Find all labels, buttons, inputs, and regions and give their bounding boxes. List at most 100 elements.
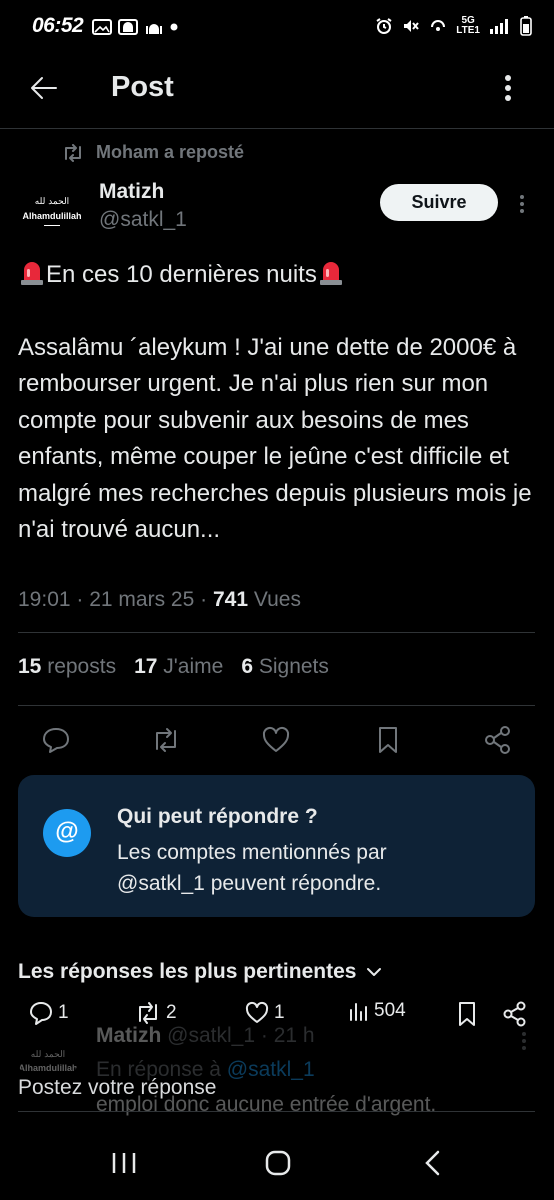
gallery-icon <box>92 19 112 35</box>
reply-views-count: 504 <box>374 1000 406 1021</box>
alarm-icon <box>376 18 392 34</box>
tweet-text: En ces 10 dernières nuits Assalâmu ´aley… <box>18 257 538 549</box>
mute-icon <box>404 20 420 32</box>
replies-sort-label: Les réponses les plus pertinentes <box>18 960 357 983</box>
reply-reposts-count: 2 <box>166 1002 177 1023</box>
home-button[interactable] <box>264 1150 292 1176</box>
heart-icon <box>245 1001 269 1023</box>
like-button[interactable] <box>260 724 292 756</box>
home-icon <box>265 1150 291 1176</box>
author-avatar[interactable]: الحمد لله Alhamdulillah <box>20 183 84 247</box>
reply-compose-input[interactable]: Postez votre réponse <box>18 1076 216 1100</box>
bookmarks-label: Signets <box>258 655 329 678</box>
reply-replies-button[interactable]: 1 <box>28 1000 69 1026</box>
network-type: 5G LTE1 <box>456 16 480 36</box>
reply-share-button[interactable] <box>502 1000 528 1028</box>
arrow-left-icon <box>31 77 57 99</box>
signal-icon <box>490 19 508 34</box>
follow-button[interactable]: Suivre <box>380 184 498 221</box>
more-vertical-icon <box>520 195 524 213</box>
tweet-headline-text: En ces 10 dernières nuits <box>46 261 317 288</box>
share-icon <box>503 1001 526 1027</box>
reply-icon <box>43 728 69 753</box>
system-icons: 5G LTE1 <box>375 16 532 36</box>
avatar-latin-text: Alhamdulillah <box>18 1063 78 1073</box>
author-name[interactable]: Matizh <box>99 180 164 204</box>
tweet-views-label: Vues <box>253 588 301 611</box>
back-button[interactable] <box>26 70 62 106</box>
siren-emoji-icon <box>319 262 342 285</box>
who-can-reply-text: Les comptes mentionnés par @satkl_1 peuv… <box>117 841 387 895</box>
reposts-count: 15 <box>18 655 42 678</box>
reply-views-button[interactable]: 504 <box>348 1000 406 1022</box>
in-reply-handle[interactable]: @satkl_1 <box>227 1058 315 1081</box>
tweet-headline: En ces 10 dernières nuits <box>18 257 538 294</box>
replies-sort-dropdown[interactable]: Les réponses les plus pertinentes <box>18 960 382 984</box>
chevron-down-icon <box>367 968 382 976</box>
system-nav-bar <box>0 1126 554 1200</box>
tweet-body-text: Assalâmu ´aleykum ! J'ai une dette de 20… <box>18 333 532 544</box>
share-button[interactable] <box>482 724 514 756</box>
divider <box>18 632 535 633</box>
header-more-button[interactable] <box>496 70 520 106</box>
heart-icon <box>262 726 290 752</box>
dot-icon <box>170 23 178 31</box>
bookmark-icon <box>379 727 397 753</box>
more-vertical-icon <box>505 75 511 101</box>
likes-stat[interactable]: 17 J'aime <box>134 655 223 679</box>
network-bottom: LTE1 <box>456 25 480 36</box>
repost-icon <box>65 143 81 162</box>
author-handle[interactable]: @satkl_1 <box>99 208 187 232</box>
repost-label: Moham a reposté <box>96 142 245 162</box>
status-bar: 06:52 5G LTE1 <box>0 0 554 56</box>
who-can-reply-card: @ Qui peut répondre ? Les comptes mentio… <box>18 775 535 917</box>
siren-emoji-icon <box>21 262 43 285</box>
divider <box>18 705 535 706</box>
bookmarks-stat[interactable]: 6 Signets <box>241 655 329 679</box>
battery-icon <box>520 16 532 36</box>
reposts-stat[interactable]: 15 reposts <box>18 655 116 679</box>
repost-icon <box>156 728 176 752</box>
reply-action-bar: 1 2 1 504 <box>0 996 554 1036</box>
repost-icon <box>139 1002 157 1024</box>
reply-likes-button[interactable]: 1 <box>244 1000 285 1026</box>
reply-replies-count: 1 <box>58 1002 69 1023</box>
compose-divider <box>18 1111 535 1112</box>
repost-button[interactable] <box>150 724 182 756</box>
page-title: Post <box>111 71 174 103</box>
reply-button[interactable] <box>40 724 72 756</box>
tweet-time: 19:01 <box>18 588 71 611</box>
mosque-icon <box>118 19 138 35</box>
share-icon <box>485 726 510 754</box>
avatar-underline <box>44 225 60 226</box>
notification-icons <box>92 18 178 36</box>
tweet-actions <box>0 720 554 758</box>
status-time: 06:52 <box>32 14 84 37</box>
top-app-bar: Post <box>0 56 554 129</box>
engagement-stats: 15 reposts 17 J'aime 6 Signets <box>18 655 329 679</box>
bookmark-button[interactable] <box>372 724 404 756</box>
reply-bookmark-button[interactable] <box>454 1000 480 1028</box>
avatar-arabic-text: الحمد لله <box>30 1050 66 1060</box>
likes-count: 17 <box>134 655 158 678</box>
chevron-left-icon <box>425 1150 440 1176</box>
likes-label: J'aime <box>163 655 224 678</box>
tweet-meta: 19:01 · 21 mars 25 · 741 Vues <box>18 588 301 611</box>
reposts-label: reposts <box>47 655 117 678</box>
reply-likes-count: 1 <box>274 1002 285 1023</box>
mosque-icon-2 <box>146 24 162 34</box>
reply-reposts-button[interactable]: 2 <box>134 1000 177 1026</box>
mention-icon: @ <box>43 809 91 857</box>
avatar-arabic-text: الحمد لله <box>34 197 70 207</box>
tweet-more-button[interactable] <box>514 192 530 216</box>
analytics-icon <box>350 1003 367 1021</box>
repost-context[interactable]: Moham a reposté <box>62 142 244 163</box>
who-can-reply-title: Qui peut répondre ? <box>117 805 318 828</box>
recents-icon <box>112 1153 136 1173</box>
reply-icon <box>30 1002 52 1025</box>
hotspot-icon <box>431 20 446 31</box>
system-back-button[interactable] <box>422 1150 444 1176</box>
recents-button[interactable] <box>110 1150 138 1176</box>
tweet-views-count: 741 <box>212 588 249 611</box>
avatar-latin-text: Alhamdulillah <box>22 211 82 221</box>
